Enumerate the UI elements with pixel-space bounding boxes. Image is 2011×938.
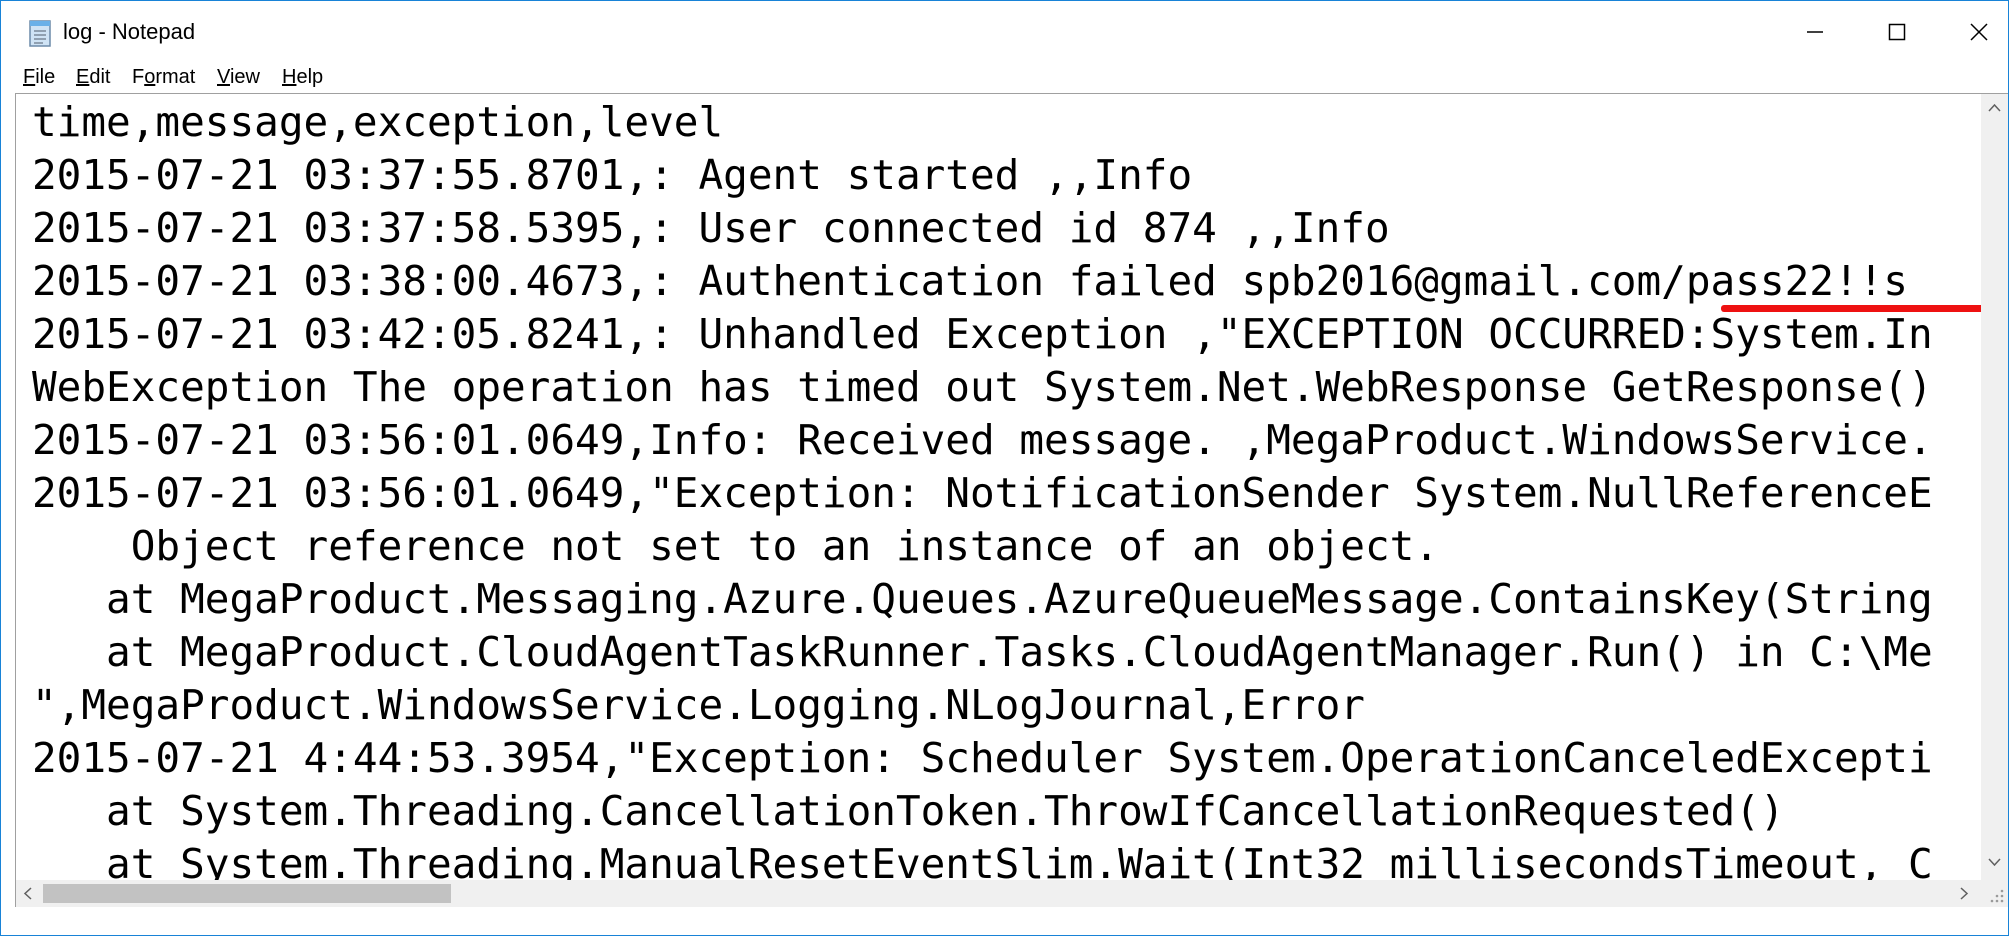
text-line: WebException The operation has timed out… [32, 363, 1933, 411]
text-line: at MegaProduct.Messaging.Azure.Queues.Az… [32, 575, 1933, 623]
scroll-left-icon[interactable] [22, 886, 34, 901]
text-content[interactable]: time,message,exception,level 2015-07-21 … [16, 94, 1981, 880]
menu-format[interactable]: Format [132, 66, 195, 89]
menu-file[interactable]: File [23, 66, 55, 89]
text-line: 2015-07-21 03:56:01.0649,Info: Received … [32, 416, 1933, 464]
minimize-button[interactable] [1774, 1, 1856, 63]
text-line: Object reference not set to an instance … [32, 522, 1439, 570]
scroll-up-icon[interactable] [1987, 102, 2002, 114]
notepad-window: log - Notepad File Edit Format View Help… [0, 0, 2009, 936]
menu-help[interactable]: Help [282, 66, 323, 89]
title-bar[interactable]: log - Notepad [1, 1, 2008, 63]
text-line: at MegaProduct.CloudAgentTaskRunner.Task… [32, 628, 1933, 676]
menu-edit[interactable]: Edit [76, 66, 110, 89]
text-line: 2015-07-21 03:38:00.4673,: Authenticatio… [32, 257, 1908, 305]
horizontal-scrollbar[interactable] [16, 880, 1981, 907]
close-button[interactable] [1938, 1, 2011, 63]
text-line: 2015-07-21 4:44:53.3954,"Exception: Sche… [32, 734, 1933, 782]
window-title: log - Notepad [63, 19, 196, 44]
close-icon [1970, 23, 1988, 41]
text-line: at System.Threading.ManualResetEventSlim… [32, 840, 1933, 880]
vertical-scrollbar[interactable] [1981, 94, 2008, 880]
menu-view[interactable]: View [217, 66, 260, 89]
scroll-right-icon[interactable] [1958, 886, 1970, 901]
text-line: ",MegaProduct.WindowsService.Logging.NLo… [32, 681, 1365, 729]
maximize-button[interactable] [1856, 1, 1938, 63]
scroll-down-icon[interactable] [1987, 856, 2002, 868]
notepad-icon [29, 20, 51, 47]
resize-grip-icon[interactable] [1981, 880, 2008, 907]
text-line: 2015-07-21 03:37:58.5395,: User connecte… [32, 204, 1390, 252]
minimize-icon [1807, 31, 1823, 33]
text-line: at System.Threading.CancellationToken.Th… [32, 787, 1785, 835]
password-underline-annotation [1721, 305, 1981, 312]
text-editor[interactable]: time,message,exception,level 2015-07-21 … [15, 93, 2008, 907]
text-line: 2015-07-21 03:37:55.8701,: Agent started… [32, 151, 1193, 199]
horizontal-scroll-thumb[interactable] [43, 884, 451, 903]
text-line: 2015-07-21 03:42:05.8241,: Unhandled Exc… [32, 310, 1933, 358]
text-line: 2015-07-21 03:56:01.0649,"Exception: Not… [32, 469, 1933, 517]
text-line: time,message,exception,level [32, 98, 724, 146]
maximize-icon [1888, 23, 1906, 41]
menu-bar: File Edit Format View Help [1, 63, 2008, 93]
